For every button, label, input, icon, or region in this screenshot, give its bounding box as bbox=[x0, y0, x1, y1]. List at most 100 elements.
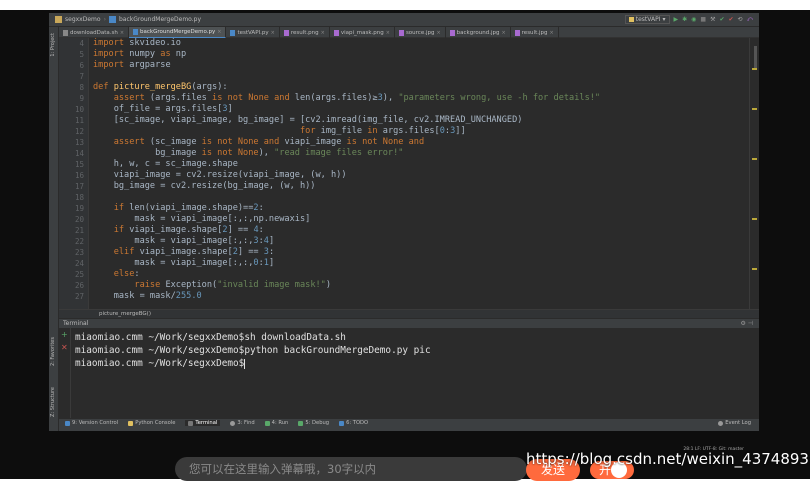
hide-icon[interactable]: ⊣ bbox=[748, 320, 753, 327]
terminal-header: Terminal ⚙ ⊣ bbox=[59, 318, 759, 328]
run-icon[interactable]: ▶ bbox=[674, 16, 679, 23]
debug-icon[interactable]: ✱ bbox=[682, 16, 687, 23]
line-number: 11 bbox=[74, 116, 84, 125]
code-editor[interactable]: 4 5 6 7 8 9 10 11 12 13 14 15 16 17 18 19 20 21 22 23 24 25 26… bbox=[59, 38, 759, 309]
terminal-line: miaomiao.cmm ~/Work/segxxDemo$sh downloa… bbox=[75, 332, 346, 343]
run-config-select[interactable]: testVAPI ▾ bbox=[624, 15, 670, 24]
gear-icon[interactable]: ⚙ bbox=[740, 320, 745, 327]
close-icon[interactable]: × bbox=[217, 29, 221, 35]
tab-result-png[interactable]: result.png × bbox=[280, 27, 330, 38]
close-session-icon[interactable]: ✕ bbox=[61, 344, 68, 352]
build-icon[interactable]: ⚒ bbox=[710, 16, 715, 23]
python-file-icon bbox=[108, 16, 116, 23]
line-number: 4 bbox=[79, 39, 84, 48]
project-tool-tab[interactable]: 1: Project bbox=[50, 33, 58, 57]
tab-find[interactable]: 3: Find bbox=[230, 420, 255, 426]
new-session-icon[interactable]: + bbox=[61, 331, 68, 339]
line-number: 7 bbox=[79, 72, 84, 81]
terminal-line: miaomiao.cmm ~/Work/segxxDemo$ bbox=[75, 358, 245, 369]
image-file-icon bbox=[449, 29, 455, 36]
code-line: elif viapi_image.shape[2] == 3: bbox=[113, 247, 275, 257]
editor-scrollbar[interactable] bbox=[749, 38, 759, 309]
vcs-update-icon[interactable]: ✔ bbox=[719, 16, 724, 23]
tab-event-log[interactable]: Event Log bbox=[718, 420, 751, 426]
watermark: https://blog.csdn.net/weixin_43748939 bbox=[526, 450, 810, 468]
line-number: 8 bbox=[79, 83, 84, 92]
python-file-icon bbox=[133, 29, 139, 35]
code-line: assert (args.files is not None and len(a… bbox=[113, 93, 601, 103]
close-icon[interactable]: × bbox=[501, 30, 505, 36]
code-line: else: bbox=[113, 269, 140, 279]
code-line: mask = viapi_image[:,:,np.newaxis] bbox=[93, 214, 311, 224]
tab-debug[interactable]: 5: Debug bbox=[298, 420, 329, 426]
title-bar: segxxDemo › backGroundMergeDemo.py testV… bbox=[49, 13, 759, 27]
line-number: 16 bbox=[74, 171, 84, 180]
warning-marker[interactable] bbox=[752, 158, 757, 160]
line-number: 12 bbox=[74, 127, 84, 136]
tab-source[interactable]: source.jpg × bbox=[395, 27, 446, 38]
line-number: 17 bbox=[74, 182, 84, 191]
run-config-label: testVAPI bbox=[635, 16, 661, 23]
close-icon[interactable]: × bbox=[550, 30, 554, 36]
warning-marker[interactable] bbox=[752, 68, 757, 70]
close-icon[interactable]: × bbox=[386, 30, 390, 36]
terminal-output[interactable]: miaomiao.cmm ~/Work/segxxDemo$sh downloa… bbox=[71, 328, 759, 418]
close-icon[interactable]: × bbox=[436, 30, 440, 36]
run-icon bbox=[264, 420, 270, 426]
todo-icon bbox=[339, 420, 345, 426]
code-area[interactable]: import skvideo.io import numpy as np imp… bbox=[93, 38, 743, 309]
ide-window: segxxDemo › backGroundMergeDemo.py testV… bbox=[49, 13, 759, 431]
tab-todo[interactable]: 6: TODO bbox=[339, 420, 368, 426]
history-icon[interactable]: ⟲ bbox=[738, 16, 743, 23]
favorites-tool-tab[interactable]: 2: Favorites bbox=[50, 337, 58, 366]
event-log-icon bbox=[718, 420, 724, 426]
code-breadcrumb[interactable]: picture_mergeBG() bbox=[59, 309, 759, 318]
close-icon[interactable]: × bbox=[321, 30, 325, 36]
line-number: 27 bbox=[74, 292, 84, 301]
coverage-icon[interactable]: ◉ bbox=[691, 16, 696, 23]
breadcrumb-separator: › bbox=[103, 16, 106, 23]
tab-version-control[interactable]: 9: Version Control bbox=[65, 420, 118, 426]
tab-result-jpg[interactable]: result.jpg × bbox=[511, 27, 559, 38]
tab-background[interactable]: background.jpg × bbox=[446, 27, 511, 38]
tooltab-label: 9: Version Control bbox=[72, 420, 119, 426]
line-number: 24 bbox=[74, 259, 84, 268]
python-console-icon bbox=[128, 420, 134, 426]
tab-testvapi[interactable]: testVAPI.py × bbox=[226, 27, 280, 38]
tab-label: result.jpg bbox=[521, 29, 548, 36]
terminal-prompt-line[interactable]: miaomiao.cmm ~/Work/segxxDemo$ bbox=[75, 358, 246, 370]
tab-label: viapi_mask.png bbox=[340, 29, 384, 36]
tab-viapi-mask[interactable]: viapi_mask.png × bbox=[330, 27, 395, 38]
tab-run[interactable]: 4: Run bbox=[264, 420, 288, 426]
tab-label: downloadData.sh bbox=[70, 29, 118, 36]
tab-backgroundmergedemo[interactable]: backGroundMergeDemo.py × bbox=[129, 27, 227, 38]
code-line: import numpy as np bbox=[93, 49, 187, 59]
close-icon[interactable]: × bbox=[120, 30, 124, 36]
tab-downloaddata[interactable]: downloadData.sh × bbox=[59, 27, 130, 38]
warning-marker[interactable] bbox=[752, 218, 757, 220]
code-line: import skvideo.io bbox=[93, 38, 181, 48]
vcs-commit-icon[interactable]: ✔ bbox=[729, 16, 734, 23]
revert-icon[interactable]: ⤺ bbox=[747, 16, 753, 24]
terminal-toolbar: + ✕ bbox=[59, 328, 71, 418]
close-icon[interactable]: × bbox=[271, 30, 275, 36]
python-icon bbox=[628, 17, 634, 22]
warning-marker[interactable] bbox=[752, 268, 757, 270]
tab-terminal[interactable]: Terminal bbox=[185, 420, 221, 426]
outer-scrollbar-thumb[interactable] bbox=[754, 46, 757, 68]
danmu-input[interactable]: 您可以在这里输入弹幕哦，30字以内 bbox=[175, 457, 527, 481]
code-line: raise Exception("invalid image mask!") bbox=[134, 280, 332, 290]
tooltab-label: 6: TODO bbox=[346, 420, 369, 426]
tooltab-label: 3: Find bbox=[237, 420, 255, 426]
project-name[interactable]: segxxDemo bbox=[65, 16, 101, 23]
code-line: bg_image is not None), "read image files… bbox=[93, 148, 404, 158]
code-line: h, w, c = sc_image.shape bbox=[93, 159, 238, 169]
line-number: 14 bbox=[74, 149, 84, 158]
text-cursor bbox=[244, 358, 246, 369]
line-number: 19 bbox=[74, 204, 84, 213]
stop-icon[interactable]: ■ bbox=[700, 16, 706, 23]
tab-python-console[interactable]: Python Console bbox=[128, 420, 175, 426]
file-name[interactable]: backGroundMergeDemo.py bbox=[119, 16, 201, 23]
structure-tool-tab[interactable]: Z: Structure bbox=[50, 387, 58, 417]
warning-marker[interactable] bbox=[752, 108, 757, 110]
